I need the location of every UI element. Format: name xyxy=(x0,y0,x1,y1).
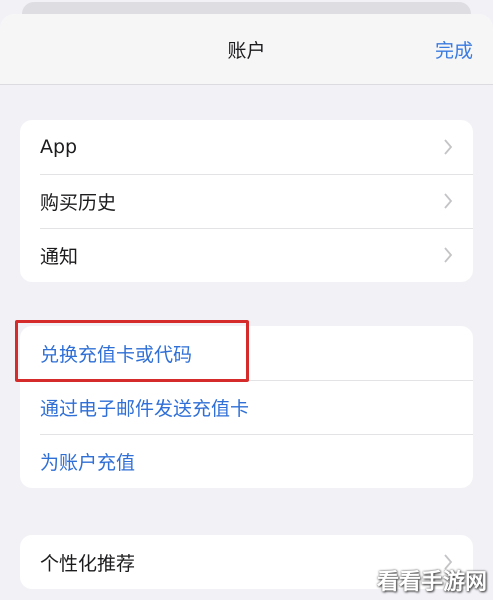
list-item-label: 购买历史 xyxy=(40,191,117,214)
link-label: 为账户充值 xyxy=(40,451,136,474)
add-funds-link[interactable]: 为账户充值 xyxy=(20,434,473,488)
list-item-notifications[interactable]: 通知 xyxy=(20,228,473,282)
watermark: 看看手游网 xyxy=(376,570,487,595)
highlight-box xyxy=(15,320,249,382)
nav-header: 账户 完成 xyxy=(0,14,493,85)
account-group: App 购买历史 通知 xyxy=(20,120,473,282)
list-item-label: App xyxy=(40,136,78,158)
list-item-label: 通知 xyxy=(40,245,79,268)
send-gift-card-email-link[interactable]: 通过电子邮件发送充值卡 xyxy=(20,380,473,434)
chevron-right-icon xyxy=(444,139,453,155)
page-title: 账户 xyxy=(227,40,266,62)
list-item-app[interactable]: App xyxy=(20,120,473,174)
list-item-purchase-history[interactable]: 购买历史 xyxy=(20,174,473,228)
link-label: 通过电子邮件发送充值卡 xyxy=(40,397,250,420)
chevron-right-icon xyxy=(444,193,453,209)
list-item-label: 个性化推荐 xyxy=(40,552,136,575)
chevron-right-icon xyxy=(444,247,453,263)
done-button[interactable]: 完成 xyxy=(435,36,473,63)
